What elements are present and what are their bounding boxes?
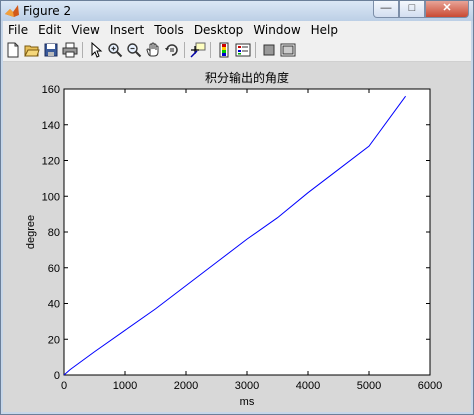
open-file-button[interactable] bbox=[22, 41, 41, 59]
chart-title: 积分输出的角度 bbox=[205, 70, 289, 85]
new-figure-icon bbox=[7, 42, 18, 58]
open-file-icon bbox=[23, 45, 40, 57]
hide-plot-tools-button[interactable] bbox=[259, 41, 278, 59]
menu-window[interactable]: Window bbox=[248, 21, 305, 39]
menu-view[interactable]: View bbox=[66, 21, 104, 39]
y-tick-label: 0 bbox=[54, 370, 60, 382]
save-button[interactable] bbox=[41, 41, 60, 59]
print-button[interactable] bbox=[60, 41, 79, 59]
y-tick-label: 40 bbox=[48, 299, 60, 311]
plot-area bbox=[63, 88, 431, 376]
toolbar-separator bbox=[210, 42, 211, 58]
show-plot-tools-icon bbox=[280, 43, 295, 57]
pointer-icon bbox=[91, 42, 102, 58]
data-cursor-icon bbox=[189, 42, 205, 58]
figure-canvas: 0 1000 2000 3000 4000 5000 6000 0 20 40 60 80 100 120… bbox=[3, 62, 471, 412]
legend-icon bbox=[235, 43, 250, 57]
x-tick-label: 1000 bbox=[113, 380, 137, 392]
line-chart[interactable]: 0 1000 2000 3000 4000 5000 6000 0 20 40 60 80 100 120… bbox=[3, 62, 471, 412]
menu-insert[interactable]: Insert bbox=[105, 21, 149, 39]
pan-button[interactable] bbox=[143, 41, 162, 59]
save-icon bbox=[44, 43, 57, 57]
x-tick-label: 6000 bbox=[418, 380, 442, 392]
toolbar bbox=[3, 39, 471, 62]
menu-help[interactable]: Help bbox=[306, 21, 343, 39]
rotate-button[interactable] bbox=[162, 41, 181, 59]
menu-edit[interactable]: Edit bbox=[33, 21, 66, 39]
print-icon bbox=[62, 42, 77, 58]
new-figure-button[interactable] bbox=[3, 41, 22, 59]
zoom-out-button[interactable] bbox=[124, 41, 143, 59]
y-axis-label: degree bbox=[25, 215, 37, 249]
zoom-in-button[interactable] bbox=[105, 41, 124, 59]
data-cursor-button[interactable] bbox=[188, 41, 207, 59]
minimize-button[interactable]: — bbox=[373, 1, 399, 18]
colorbar-icon bbox=[219, 42, 228, 58]
rotate-icon bbox=[164, 44, 178, 56]
maximize-button[interactable]: □ bbox=[399, 1, 425, 18]
y-tick-label: 20 bbox=[48, 334, 60, 346]
show-plot-tools-button[interactable] bbox=[278, 41, 297, 59]
window-title: Figure 2 bbox=[23, 4, 72, 18]
zoom-in-icon bbox=[107, 43, 122, 58]
hide-plot-tools-icon bbox=[263, 44, 274, 56]
insert-colorbar-button[interactable] bbox=[214, 41, 233, 59]
y-tick-label: 100 bbox=[42, 191, 60, 203]
menu-tools[interactable]: Tools bbox=[149, 21, 189, 39]
y-tick-label: 140 bbox=[42, 120, 60, 132]
figure-window: Figure 2 — □ ✕ File Edit View Insert Too… bbox=[0, 0, 474, 415]
x-tick-label: 4000 bbox=[296, 380, 320, 392]
x-tick-label: 0 bbox=[61, 380, 67, 392]
close-button[interactable]: ✕ bbox=[425, 1, 469, 18]
y-tick-label: 60 bbox=[48, 263, 60, 275]
menu-file[interactable]: File bbox=[3, 21, 33, 39]
menu-bar: File Edit View Insert Tools Desktop Wind… bbox=[3, 21, 471, 39]
y-tick-label: 80 bbox=[48, 227, 60, 239]
title-bar[interactable]: Figure 2 — □ ✕ bbox=[1, 1, 473, 21]
edit-plot-button[interactable] bbox=[86, 41, 105, 59]
x-tick-label: 2000 bbox=[174, 380, 198, 392]
matlab-icon bbox=[5, 5, 19, 17]
insert-legend-button[interactable] bbox=[233, 41, 252, 59]
pan-icon bbox=[145, 42, 158, 57]
x-tick-label: 5000 bbox=[357, 380, 381, 392]
x-axis-label: ms bbox=[240, 396, 255, 408]
menu-desktop[interactable]: Desktop bbox=[189, 21, 249, 39]
toolbar-separator bbox=[82, 42, 83, 58]
toolbar-separator bbox=[255, 42, 256, 58]
x-tick-label: 3000 bbox=[235, 380, 259, 392]
y-tick-label: 160 bbox=[42, 84, 60, 96]
toolbar-separator bbox=[184, 42, 185, 58]
y-tick-label: 120 bbox=[42, 156, 60, 168]
zoom-out-icon bbox=[126, 43, 141, 58]
